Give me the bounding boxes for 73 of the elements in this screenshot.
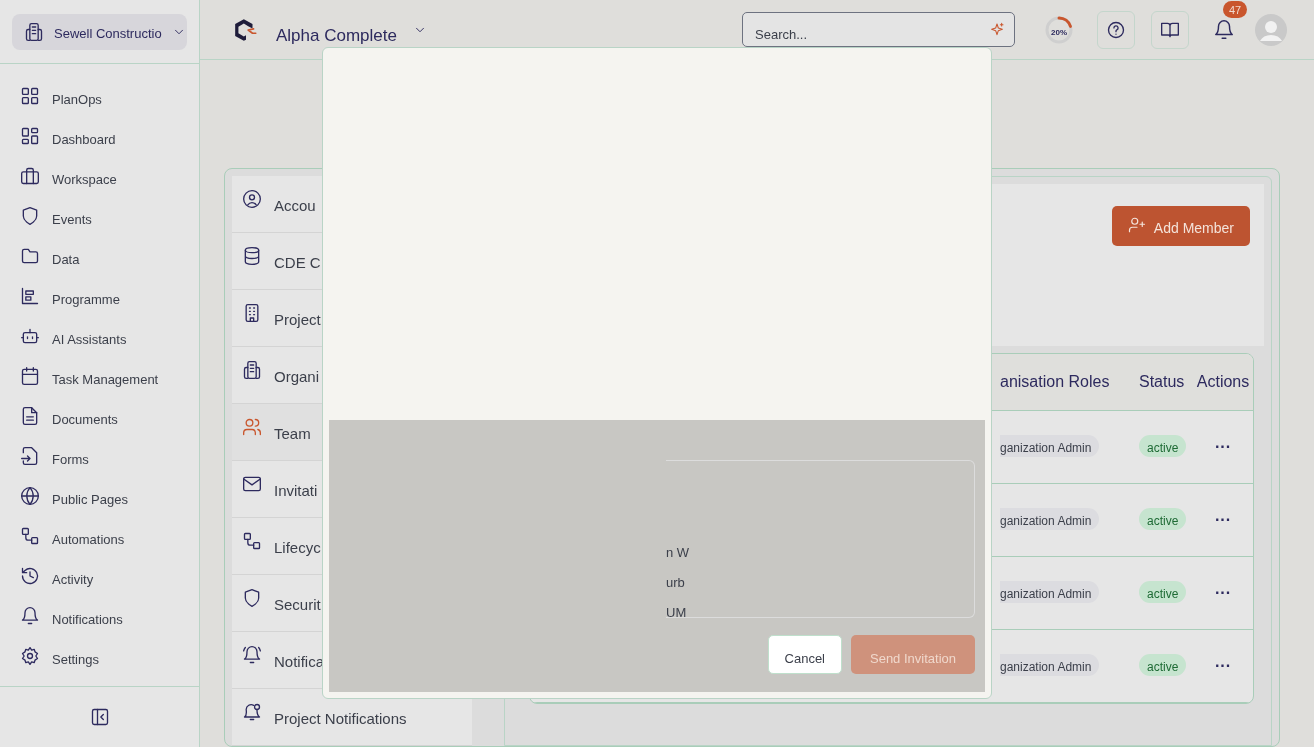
user-circle-icon [242, 189, 262, 209]
briefcase-icon [20, 166, 40, 186]
grid-icon [20, 86, 40, 106]
sidebar-item[interactable]: Data [20, 246, 199, 286]
sidebar-item[interactable]: Automations [20, 526, 199, 566]
sidebar-item[interactable]: Notifications [20, 606, 199, 646]
sidebar-item[interactable]: Task Management [20, 366, 199, 406]
organization-selector[interactable]: Sewell Constructio [12, 13, 187, 50]
settings-icon [20, 646, 40, 666]
globe-icon [20, 486, 40, 506]
field-text: UM [666, 605, 688, 620]
role-tag: ganization Admin [1000, 581, 1100, 603]
sidebar-item[interactable]: Programme [20, 286, 199, 326]
field-text: n W [666, 545, 691, 560]
shield-icon [20, 206, 40, 226]
role-tag: ganization Admin [1000, 508, 1100, 530]
status-tag: active [1139, 654, 1187, 676]
sidebar-item[interactable]: Dashboard [20, 126, 199, 166]
more-actions-button[interactable]: ··· [1215, 657, 1231, 675]
chart-icon [20, 286, 40, 306]
help-icon[interactable] [1097, 10, 1135, 49]
database-icon [242, 246, 262, 266]
sidebar-item[interactable]: Activity [20, 566, 199, 606]
add-user-icon [1127, 216, 1146, 234]
add-member-button[interactable]: Add Member [1111, 206, 1250, 246]
status-tag: active [1139, 508, 1187, 530]
office-building-icon [242, 360, 262, 380]
sidebar-item[interactable]: PlanOps [20, 86, 199, 126]
people-icon [242, 417, 262, 437]
sparkle-icon [989, 22, 1005, 38]
project-name: Alpha Complete [276, 25, 397, 46]
book-icon[interactable] [1151, 10, 1189, 49]
sidebar-item[interactable]: Forms [20, 446, 199, 486]
progress-percentage: 20% [1050, 27, 1068, 37]
file-import-icon [20, 446, 40, 466]
workflow-icon [20, 526, 40, 546]
shield-icon [242, 588, 262, 608]
dashboard-icon [20, 126, 40, 146]
column-header: Actions [1195, 373, 1251, 391]
field-text: urb [666, 575, 686, 590]
document-icon [20, 406, 40, 426]
envelope-icon [242, 474, 262, 494]
bell-dot-icon [242, 702, 262, 722]
building-icon [24, 21, 44, 42]
logo-icon [233, 16, 259, 43]
more-actions-button[interactable]: ··· [1215, 511, 1231, 529]
sidebar-item[interactable]: AI Assistants [20, 326, 199, 366]
bell-icon [20, 606, 40, 626]
workflow-icon [242, 531, 262, 551]
sidebar-item[interactable]: Events [20, 206, 199, 246]
more-actions-button[interactable]: ··· [1215, 438, 1231, 456]
role-tag: ganization Admin [1000, 435, 1100, 457]
collapse-sidebar-icon[interactable] [89, 707, 110, 727]
sidebar-item[interactable]: Settings [20, 646, 199, 686]
history-icon [20, 566, 40, 586]
role-tag: ganization Admin [1000, 654, 1100, 676]
robot-icon [20, 326, 40, 346]
text-area-field[interactable]: n W urb UM [666, 460, 975, 618]
column-header: Status [1139, 373, 1186, 391]
sidebar-item[interactable]: Public Pages [20, 486, 199, 526]
notification-badge: 47 [1223, 0, 1248, 18]
sidebar-item[interactable]: Workspace [20, 166, 199, 206]
cancel-button[interactable]: Cancel [767, 635, 842, 674]
calendar-icon [20, 366, 40, 386]
search-field[interactable]: Search... [742, 12, 1015, 47]
bell-ring-icon [242, 645, 262, 665]
folder-icon [20, 246, 40, 266]
column-header: anisation Roles [1000, 373, 1111, 391]
status-tag: active [1139, 581, 1187, 603]
status-tag: active [1139, 435, 1187, 457]
more-actions-button[interactable]: ··· [1215, 584, 1231, 602]
bell-icon[interactable] [1213, 18, 1235, 41]
sidebar-item[interactable]: Documents [20, 406, 199, 446]
